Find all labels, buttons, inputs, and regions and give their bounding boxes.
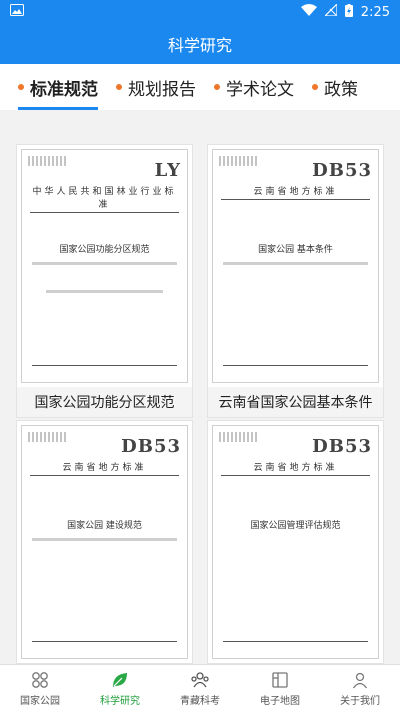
doc-footer-rule <box>32 641 177 642</box>
doc-meta-lines <box>219 432 259 442</box>
doc-code: DB53 <box>312 160 372 181</box>
doc-footer-rule <box>32 365 177 366</box>
doc-line <box>223 262 368 265</box>
doc-title: 国家公园功能分区规范 <box>59 245 150 255</box>
tab-dot-icon <box>18 84 24 90</box>
document-thumbnail: DB53 云南省地方标准 国家公园管理评估规范 <box>212 425 379 659</box>
status-bar: 2:25 <box>0 0 400 24</box>
doc-meta-lines <box>28 156 68 166</box>
page-title: 科学研究 <box>167 36 232 55</box>
image-notification-icon <box>10 4 24 20</box>
doc-line <box>32 262 177 265</box>
nav-national-parks[interactable]: 国家公园 <box>0 665 80 711</box>
doc-title: 国家公园 基本条件 <box>258 245 333 255</box>
doc-header: 中华人民共和国林业行业标准 <box>30 184 179 213</box>
tab-dot-icon <box>116 84 122 90</box>
doc-title: 国家公园 建设规范 <box>67 521 142 531</box>
people-icon <box>191 671 209 687</box>
tab-dot-icon <box>214 84 220 90</box>
tab-label: 学术论文 <box>226 79 294 100</box>
grid-icon <box>32 671 48 688</box>
doc-code: LY <box>154 160 181 181</box>
tab-label: 政策 <box>324 79 358 100</box>
doc-header: 云南省地方标准 <box>221 184 370 200</box>
doc-title: 国家公园管理评估规范 <box>250 521 341 531</box>
battery-charging-icon <box>344 3 353 21</box>
tab-label: 规划报告 <box>128 79 196 100</box>
person-icon <box>352 672 368 688</box>
leaf-icon <box>113 672 127 687</box>
category-tabs: 标准规范 规划报告 学术论文 政策 <box>0 64 400 110</box>
tab-policy[interactable]: 政策 <box>312 64 358 110</box>
app-bar: 科学研究 <box>0 24 400 64</box>
nav-label: 国家公园 <box>20 695 60 707</box>
tab-dot-icon <box>312 84 318 90</box>
document-card[interactable]: LY 中华人民共和国林业行业标准 国家公园功能分区规范 国家公园功能分区规范 <box>16 144 193 418</box>
doc-code: DB53 <box>312 436 372 457</box>
nav-electronic-map[interactable]: 电子地图 <box>240 665 320 711</box>
document-card[interactable]: DB53 云南省地方标准 国家公园 基本条件 云南省国家公园基本条件 <box>207 144 384 418</box>
tab-planning-reports[interactable]: 规划报告 <box>116 64 196 110</box>
tab-standards[interactable]: 标准规范 <box>18 64 98 110</box>
document-thumbnail: DB53 云南省地方标准 国家公园 基本条件 <box>212 149 379 383</box>
doc-line <box>46 290 163 293</box>
document-card[interactable]: DB53 云南省地方标准 国家公园 建设规范 <box>16 420 193 664</box>
doc-footer-rule <box>223 641 368 642</box>
nav-label: 电子地图 <box>260 695 300 707</box>
nav-label: 科学研究 <box>100 695 140 707</box>
document-thumbnail: LY 中华人民共和国林业行业标准 国家公园功能分区规范 <box>21 149 188 383</box>
wifi-icon <box>300 4 317 20</box>
nav-about-us[interactable]: 关于我们 <box>320 665 400 711</box>
document-thumbnail: DB53 云南省地方标准 国家公园 建设规范 <box>21 425 188 659</box>
document-card[interactable]: DB53 云南省地方标准 国家公园管理评估规范 <box>207 420 384 664</box>
no-signal-icon <box>323 2 338 20</box>
document-grid: LY 中华人民共和国林业行业标准 国家公园功能分区规范 国家公园功能分区规范 D… <box>0 128 400 664</box>
nav-label: 关于我们 <box>340 695 380 707</box>
nav-label: 青藏科考 <box>180 695 220 707</box>
doc-code: DB53 <box>121 436 181 457</box>
nav-science-research[interactable]: 科学研究 <box>80 665 160 711</box>
bottom-navigation: 国家公园 科学研究 青藏科考 电子地图 关于我们 <box>0 664 400 711</box>
doc-meta-lines <box>219 156 259 166</box>
card-caption: 云南省国家公园基本条件 <box>208 387 383 417</box>
card-caption: 国家公园功能分区规范 <box>17 387 192 417</box>
doc-footer-rule <box>223 365 368 366</box>
tab-papers[interactable]: 学术论文 <box>214 64 294 110</box>
doc-header: 云南省地方标准 <box>30 460 179 476</box>
map-icon <box>272 671 288 688</box>
status-time: 2:25 <box>360 4 390 20</box>
tab-label: 标准规范 <box>30 79 98 100</box>
doc-header: 云南省地方标准 <box>221 460 370 476</box>
doc-meta-lines <box>28 432 68 442</box>
nav-qinghai-tibet-expedition[interactable]: 青藏科考 <box>160 665 240 711</box>
section-gap <box>0 110 400 128</box>
doc-line <box>32 538 177 541</box>
